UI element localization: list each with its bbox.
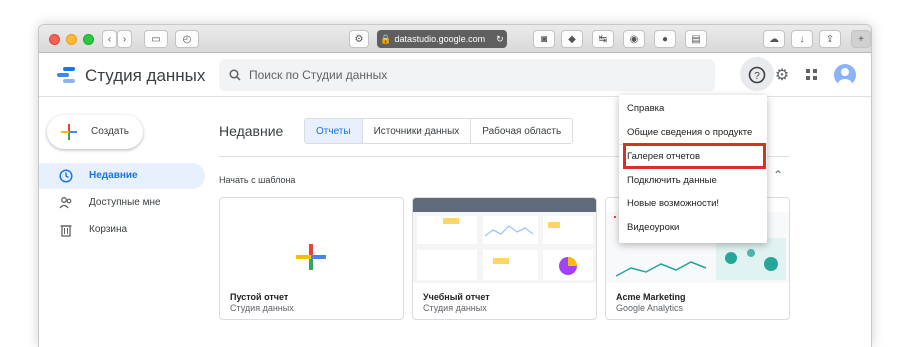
plus-icon	[61, 124, 77, 140]
clock-icon	[59, 169, 73, 183]
sidebar-toggle-button[interactable]: ▭	[144, 30, 168, 48]
data-studio-logo-icon	[57, 67, 75, 83]
extension-icon[interactable]: ↹	[592, 30, 614, 48]
back-button[interactable]: ‹	[102, 30, 117, 48]
sidebar-item-shared[interactable]: Доступные мне	[39, 190, 205, 216]
menu-item-connect-data[interactable]: Подключить данные	[619, 169, 767, 192]
extension-icon[interactable]: ◉	[623, 30, 645, 48]
cloud-icon[interactable]: ☁	[763, 30, 785, 48]
app-title: Студия данных	[85, 66, 206, 85]
highlight-box	[623, 143, 766, 169]
svg-text:?: ?	[754, 71, 760, 82]
search-icon	[229, 69, 241, 81]
template-name: Acme Marketing	[616, 292, 686, 302]
tab-workspace[interactable]: Рабочая область	[471, 119, 573, 143]
minimize-window-button[interactable]	[66, 34, 77, 45]
sidebar-item-trash[interactable]: Корзина	[39, 217, 205, 243]
settings-icon[interactable]: ⚙	[772, 65, 792, 85]
sidebar-item-label: Недавние	[89, 170, 138, 181]
zoom-window-button[interactable]	[83, 34, 94, 45]
download-icon[interactable]: ↓	[791, 30, 813, 48]
search-input[interactable]: Поиск по Студии данных	[219, 59, 715, 91]
template-source: Google Analytics	[616, 303, 684, 313]
menu-item-overview[interactable]: Общие сведения о продукте	[619, 121, 767, 144]
settings-icon[interactable]: ⚙	[349, 30, 369, 48]
create-button[interactable]: Создать	[47, 115, 143, 149]
reload-icon[interactable]: ↻	[496, 34, 504, 45]
template-name: Учебный отчет	[423, 292, 490, 302]
templates-title: Начать с шаблона	[219, 175, 296, 185]
trash-icon	[60, 225, 72, 237]
tab-bar: Отчеты Источники данных Рабочая область	[304, 118, 574, 144]
browser-toolbar: ‹ › ▭ ◴ ⚙ 🔒 datastudio.google.com ↻ ◙ ◆ …	[39, 25, 871, 53]
menu-item-video-tutorials[interactable]: Видеоуроки	[619, 216, 767, 239]
apps-grid-icon[interactable]	[802, 65, 822, 85]
tab-data-sources[interactable]: Источники данных	[362, 119, 472, 143]
template-name: Пустой отчет	[230, 292, 289, 302]
pocket-icon[interactable]: ◙	[533, 30, 555, 48]
pinterest-icon[interactable]: ●	[654, 30, 676, 48]
browser-window: ‹ › ▭ ◴ ⚙ 🔒 datastudio.google.com ↻ ◙ ◆ …	[38, 24, 872, 347]
help-icon[interactable]: ?	[747, 65, 767, 85]
url-text: datastudio.google.com	[394, 34, 486, 44]
template-thumbnail	[220, 198, 403, 283]
reader-icon[interactable]: ◴	[175, 30, 199, 48]
extension-icon[interactable]: ▤	[685, 30, 707, 48]
tab-reports[interactable]: Отчеты	[305, 119, 363, 143]
menu-item-whats-new[interactable]: Новые возможности!	[619, 192, 767, 215]
menu-item-help[interactable]: Справка	[619, 97, 767, 120]
template-card-tutorial[interactable]: Учебный отчет Студия данных	[412, 197, 597, 320]
avatar[interactable]	[834, 64, 856, 86]
template-source: Студия данных	[230, 303, 294, 313]
create-label: Создать	[91, 126, 130, 137]
lock-icon: 🔒	[380, 33, 392, 44]
sidebar-item-label: Доступные мне	[89, 197, 161, 208]
page-title: Недавние	[219, 123, 284, 139]
sidebar-item-recent[interactable]: Недавние	[39, 163, 205, 189]
extension-icon[interactable]: ◆	[561, 30, 583, 48]
address-bar[interactable]: 🔒 datastudio.google.com ↻	[377, 30, 507, 48]
app-header: Студия данных Поиск по Студии данных ? ⚙	[39, 53, 871, 97]
help-menu: Справка Общие сведения о продукте Галере…	[619, 95, 767, 243]
close-window-button[interactable]	[49, 34, 60, 45]
template-card-blank[interactable]: Пустой отчет Студия данных	[219, 197, 404, 320]
template-thumbnail	[413, 198, 596, 283]
template-source: Студия данных	[423, 303, 487, 313]
sort-icon[interactable]: ⌃	[773, 168, 783, 182]
sidebar-item-label: Корзина	[89, 224, 128, 235]
new-tab-icon[interactable]: +	[851, 30, 871, 48]
share-icon[interactable]: ⇪	[819, 30, 841, 48]
search-placeholder: Поиск по Студии данных	[249, 68, 388, 82]
people-icon	[59, 197, 72, 209]
forward-button[interactable]: ›	[117, 30, 132, 48]
